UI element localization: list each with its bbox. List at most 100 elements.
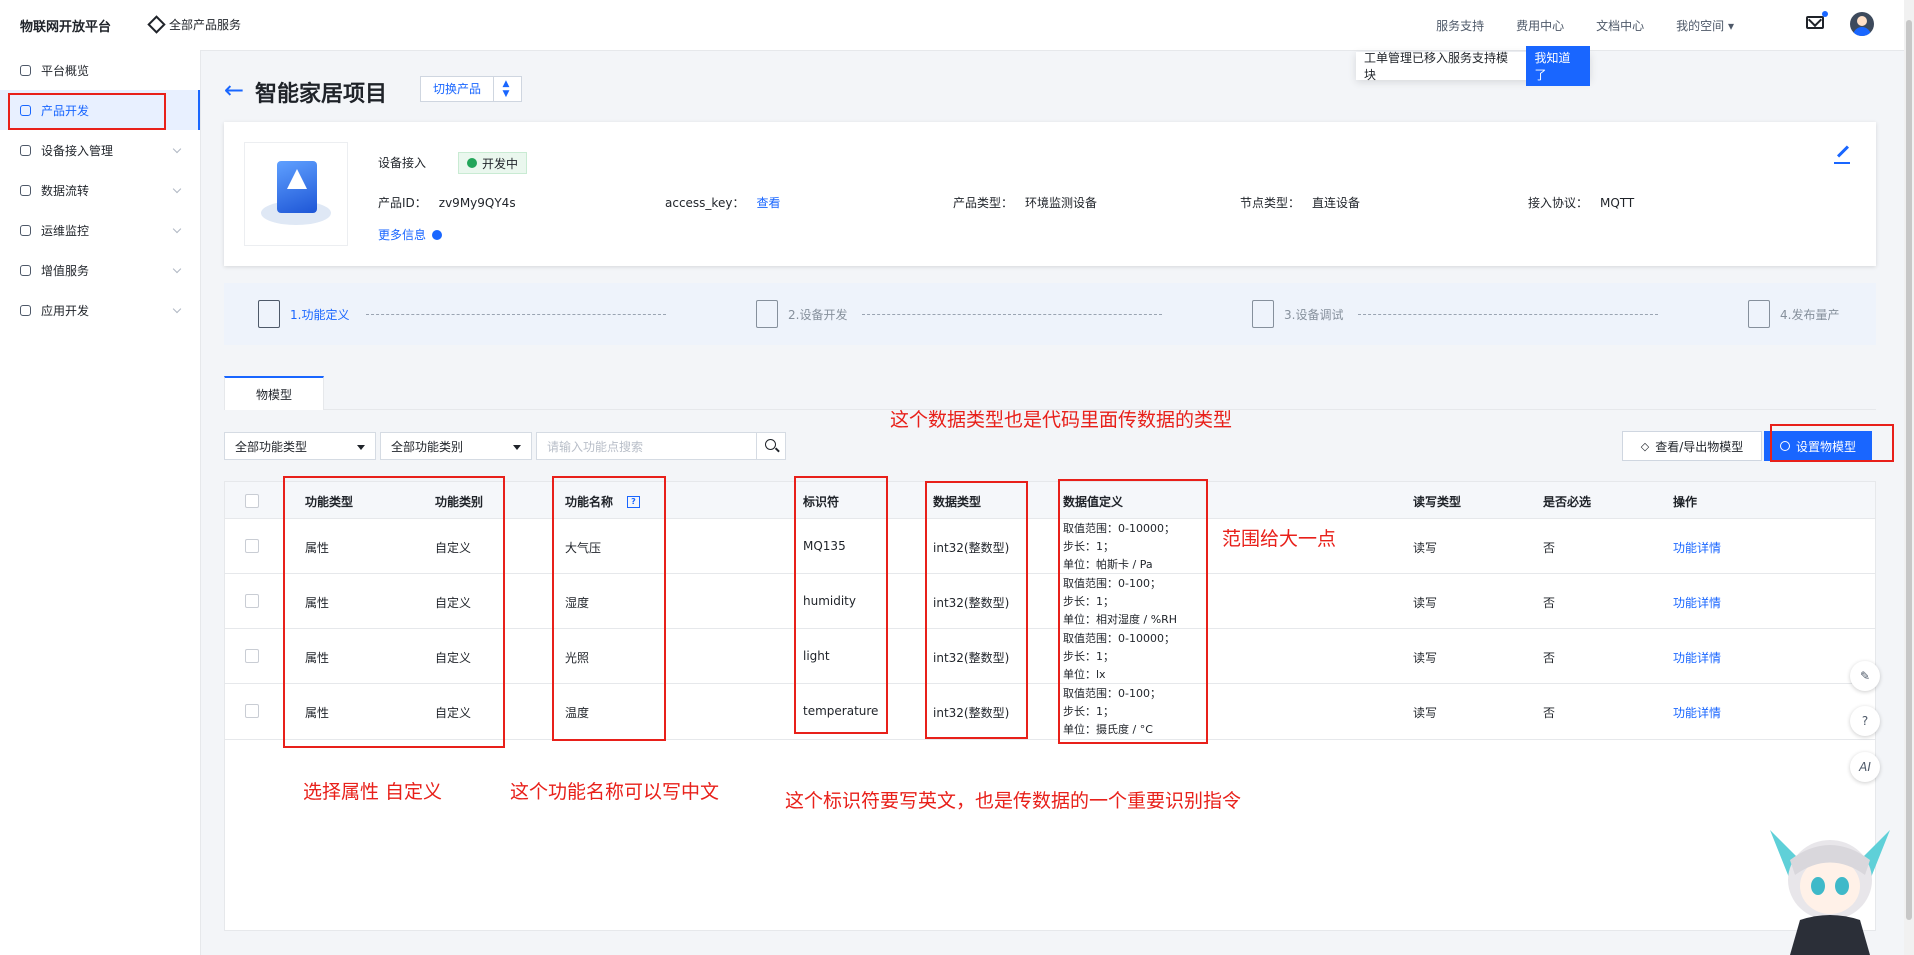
more-info-link[interactable]: 更多信息 bbox=[378, 226, 443, 243]
annotation-note-attribute: 选择属性 自定义 bbox=[303, 781, 443, 803]
product-info-card: 设备接入 开发中 产品ID： zv9My9QY4s access_key： 查看 产… bbox=[224, 122, 1876, 266]
diamond-icon: ◇ bbox=[1640, 439, 1650, 453]
function-detail-link[interactable]: 功能详情 bbox=[1673, 539, 1721, 556]
annotation-note-datatype: 这个数据类型也是代码里面传数据的类型 bbox=[890, 409, 1233, 431]
step-function-define[interactable]: 1.功能定义 bbox=[258, 283, 349, 345]
brand-logo-text[interactable]: 物联网开放平台 bbox=[20, 16, 111, 35]
top-nav: 服务支持 费用中心 文档中心 我的空间 ▾ bbox=[1436, 17, 1734, 34]
sidebar: 平台概览 产品开发 设备接入管理 数据流转 运维监控 增值服务 应用开发 bbox=[0, 50, 201, 955]
mascot-character-image bbox=[1770, 830, 1890, 955]
row-checkbox[interactable] bbox=[245, 704, 259, 718]
function-detail-link[interactable]: 功能详情 bbox=[1673, 594, 1721, 611]
step-device-debug[interactable]: 3.设备调试 bbox=[1252, 283, 1343, 345]
all-products-menu[interactable]: 全部产品服务 bbox=[147, 15, 242, 34]
tab-thing-model[interactable]: 物模型 bbox=[224, 376, 324, 410]
field-node-type: 节点类型： 直连设备 bbox=[1240, 196, 1361, 210]
chevron-down-icon bbox=[172, 144, 182, 154]
mail-icon[interactable] bbox=[1806, 16, 1824, 29]
caret-down-icon bbox=[357, 445, 365, 450]
play-icon bbox=[467, 158, 477, 168]
app-icon bbox=[20, 304, 31, 316]
tooltip-dismiss-button[interactable]: 我知道了 bbox=[1526, 46, 1590, 86]
nav-docs-center[interactable]: 文档中心 bbox=[1596, 17, 1644, 34]
back-arrow-icon[interactable]: ← bbox=[224, 78, 244, 102]
function-type-select[interactable]: 全部功能类型 bbox=[224, 432, 376, 460]
page-scrollbar[interactable] bbox=[1904, 0, 1914, 955]
more-info-label: 更多信息 bbox=[378, 228, 427, 242]
annotation-box-sidebar bbox=[8, 93, 166, 130]
chevron-down-icon bbox=[172, 224, 182, 234]
sidebar-item-device-access[interactable]: 设备接入管理 bbox=[0, 130, 200, 170]
step-device-dev[interactable]: 2.设备开发 bbox=[756, 283, 847, 345]
step-release[interactable]: 4.发布量产 bbox=[1748, 283, 1839, 345]
tooltip-text: 工单管理已移入服务支持模块 bbox=[1364, 51, 1509, 82]
avatar[interactable] bbox=[1850, 12, 1874, 36]
function-category-select[interactable]: 全部功能类别 bbox=[380, 432, 532, 460]
annotation-box-datatype bbox=[925, 481, 1028, 739]
feedback-edit-icon[interactable]: ✎ bbox=[1850, 661, 1880, 691]
switch-product-label: 切换产品 bbox=[421, 77, 495, 101]
row-checkbox[interactable] bbox=[245, 594, 259, 608]
nav-billing-center[interactable]: 费用中心 bbox=[1516, 17, 1564, 34]
chevron-down-icon bbox=[172, 184, 182, 194]
all-products-label: 全部产品服务 bbox=[169, 18, 242, 32]
sidebar-item-label: 应用开发 bbox=[41, 303, 90, 318]
annotation-box-name bbox=[552, 476, 666, 741]
progress-steps: 1.功能定义 2.设备开发 3.设备调试 4.发布量产 bbox=[224, 283, 1876, 345]
debug-icon bbox=[1252, 300, 1274, 328]
field-product-id: 产品ID： zv9My9QY4s bbox=[378, 196, 516, 210]
sidebar-item-label: 设备接入管理 bbox=[41, 143, 114, 158]
edit-icon[interactable] bbox=[1836, 145, 1850, 158]
ai-assistant-icon[interactable]: AI bbox=[1850, 752, 1880, 782]
switch-product-button[interactable]: 切换产品 ▲ ▼ bbox=[420, 76, 522, 102]
chevron-circle-icon bbox=[432, 229, 443, 240]
row-checkbox[interactable] bbox=[245, 539, 259, 553]
top-bar: 物联网开放平台 全部产品服务 服务支持 费用中心 文档中心 我的空间 ▾ bbox=[0, 0, 1914, 51]
function-detail-link[interactable]: 功能详情 bbox=[1673, 649, 1721, 666]
function-search-input[interactable]: 请输入功能点搜索 bbox=[536, 432, 786, 460]
sidebar-item-overview[interactable]: 平台概览 bbox=[0, 50, 200, 90]
sidebar-item-label: 平台概览 bbox=[41, 63, 90, 78]
annotation-box-identifier bbox=[794, 476, 888, 734]
select-all-checkbox[interactable] bbox=[245, 494, 259, 508]
annotation-box-definition bbox=[1058, 479, 1208, 744]
device-access-label: 设备接入 bbox=[378, 156, 427, 170]
field-access-key: access_key： 查看 bbox=[665, 196, 781, 210]
page-title: 智能家居项目 bbox=[255, 82, 388, 107]
send-icon bbox=[20, 264, 31, 276]
sidebar-item-app-dev[interactable]: 应用开发 bbox=[0, 290, 200, 330]
chevron-down-icon bbox=[172, 304, 182, 314]
field-product-type: 产品类型： 环境监测设备 bbox=[953, 196, 1098, 210]
view-access-key-link[interactable]: 查看 bbox=[756, 196, 780, 210]
sidebar-item-value-added[interactable]: 增值服务 bbox=[0, 250, 200, 290]
sidebar-item-label: 运维监控 bbox=[41, 223, 90, 238]
nav-service-support[interactable]: 服务支持 bbox=[1436, 17, 1484, 34]
annotation-note-name: 这个功能名称可以写中文 bbox=[510, 781, 720, 803]
status-text: 开发中 bbox=[482, 156, 519, 171]
up-down-arrows-icon: ▲ ▼ bbox=[502, 79, 510, 99]
product-image bbox=[244, 142, 348, 246]
sidebar-item-label: 数据流转 bbox=[41, 183, 90, 198]
sidebar-item-dataflow[interactable]: 数据流转 bbox=[0, 170, 200, 210]
function-detail-link[interactable]: 功能详情 bbox=[1673, 704, 1721, 721]
search-icon[interactable] bbox=[756, 432, 786, 460]
export-model-button[interactable]: ◇ 查看/导出物模型 bbox=[1622, 431, 1762, 461]
annotation-note-range: 范围给大一点 bbox=[1222, 528, 1337, 550]
status-badge: 开发中 bbox=[458, 152, 528, 174]
overview-icon bbox=[20, 64, 31, 76]
device-icon bbox=[20, 144, 31, 156]
notification-dot bbox=[1822, 11, 1828, 17]
sidebar-item-monitor[interactable]: 运维监控 bbox=[0, 210, 200, 250]
sidebar-item-label: 增值服务 bbox=[41, 263, 90, 278]
diamond-icon bbox=[147, 15, 166, 34]
help-icon[interactable]: ? bbox=[1850, 706, 1880, 736]
chevron-down-icon bbox=[172, 264, 182, 274]
edit-icon-base bbox=[1834, 162, 1850, 164]
nav-my-space[interactable]: 我的空间 ▾ bbox=[1676, 17, 1734, 34]
dataflow-icon bbox=[20, 184, 31, 196]
row-checkbox[interactable] bbox=[245, 649, 259, 663]
annotation-box-type bbox=[283, 476, 505, 748]
tooltip-popover: 工单管理已移入服务支持模块 我知道了 bbox=[1356, 46, 1590, 86]
caret-down-icon bbox=[513, 445, 521, 450]
field-protocol: 接入协议： MQTT bbox=[1528, 196, 1635, 210]
